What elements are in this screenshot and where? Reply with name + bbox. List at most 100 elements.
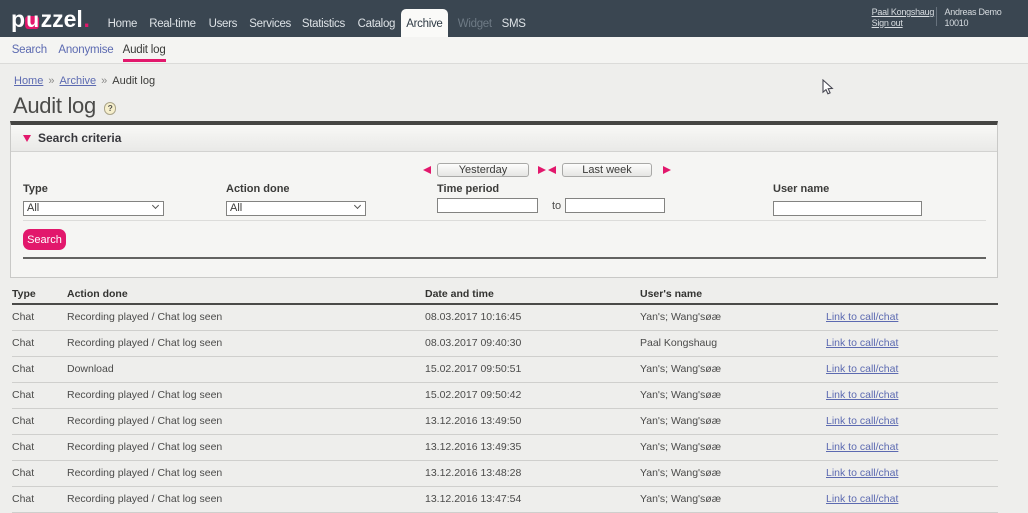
col-header-type: Type: [12, 284, 67, 304]
type-label: Type: [23, 183, 164, 195]
cell-users-name: Yan's; Wang'søæ: [640, 304, 826, 330]
action-done-label: Action done: [226, 183, 366, 195]
cell-link: Link to call/chat: [826, 304, 998, 330]
action-done-select[interactable]: All: [226, 201, 366, 216]
cell-action-done: Download: [67, 356, 425, 382]
cell-action-done: Recording played / Chat log seen: [67, 330, 425, 356]
breadcrumb-home-link[interactable]: Home: [14, 75, 43, 87]
time-period-from-input[interactable]: [437, 198, 538, 213]
sub-nav: Search Anonymise Audit log: [0, 37, 1028, 64]
customer-id: 10010: [945, 18, 1002, 29]
cell-action-done: Recording played / Chat log seen: [67, 486, 425, 512]
cell-date-and-time: 13.12.2016 13:48:28: [425, 460, 640, 486]
breadcrumb: Home»Archive»Audit log: [14, 75, 155, 87]
select-wrapper: All: [226, 198, 366, 216]
cell-type: Chat: [12, 356, 67, 382]
select-wrapper: All: [23, 198, 164, 216]
cell-users-name: Yan's; Wang'søæ: [640, 382, 826, 408]
table-row: Chat Recording played / Chat log seen 15…: [12, 382, 998, 408]
panel-light-divider: [23, 220, 986, 221]
cell-date-and-time: 15.02.2017 09:50:42: [425, 382, 640, 408]
cell-date-and-time: 15.02.2017 09:50:51: [425, 356, 640, 382]
time-period-inputs: to: [437, 198, 665, 213]
time-period-field-group: Time period to: [437, 183, 665, 213]
table-row: Chat Recording played / Chat log seen 13…: [12, 486, 998, 512]
action-done-field-group: Action done All: [226, 183, 366, 216]
link-to-call-chat[interactable]: Link to call/chat: [826, 415, 898, 427]
search-criteria-body: Yesterday Last week Type All Action done…: [11, 152, 997, 276]
account-area: Paal Kongshaug Sign out Andreas Demo 100…: [0, 0, 1028, 37]
last-week-next-arrow-icon[interactable]: [663, 166, 671, 174]
customer-name: Andreas Demo: [945, 7, 1002, 18]
link-to-call-chat[interactable]: Link to call/chat: [826, 467, 898, 479]
search-criteria-label: Search criteria: [38, 131, 121, 145]
link-to-call-chat[interactable]: Link to call/chat: [826, 311, 898, 323]
table-row: Chat Recording played / Chat log seen 13…: [12, 408, 998, 434]
search-criteria-header[interactable]: Search criteria: [11, 125, 997, 152]
cell-users-name: Yan's; Wang'søæ: [640, 408, 826, 434]
cell-users-name: Yan's; Wang'søæ: [640, 434, 826, 460]
time-period-to-input[interactable]: [565, 198, 665, 213]
breadcrumb-current: Audit log: [112, 75, 155, 87]
page-title: Audit log ?: [13, 95, 116, 117]
last-week-prev-arrow-icon[interactable]: [548, 166, 556, 174]
table-header-row: Type Action done Date and time User's na…: [12, 284, 998, 304]
time-period-to-label: to: [552, 200, 561, 212]
cell-action-done: Recording played / Chat log seen: [67, 304, 425, 330]
cell-date-and-time: 13.12.2016 13:49:50: [425, 408, 640, 434]
cell-type: Chat: [12, 408, 67, 434]
cell-action-done: Recording played / Chat log seen: [67, 408, 425, 434]
link-to-call-chat[interactable]: Link to call/chat: [826, 441, 898, 453]
type-select[interactable]: All: [23, 201, 164, 216]
table-row: Chat Recording played / Chat log seen 13…: [12, 434, 998, 460]
yesterday-prev-arrow-icon[interactable]: [423, 166, 431, 174]
table-row: Chat Recording played / Chat log seen 13…: [12, 460, 998, 486]
sign-out-link[interactable]: Sign out: [872, 18, 935, 29]
cell-action-done: Recording played / Chat log seen: [67, 460, 425, 486]
account-divider: [936, 7, 937, 26]
mouse-cursor-icon: [822, 79, 834, 96]
col-header-link: [826, 284, 998, 304]
search-button[interactable]: Search: [23, 229, 66, 250]
cell-link: Link to call/chat: [826, 382, 998, 408]
subnav-item-search[interactable]: Search: [12, 37, 47, 56]
top-bar: p u zzel . Home Real-time Users Services…: [0, 0, 1028, 37]
type-field-group: Type All: [23, 183, 164, 216]
time-period-label: Time period: [437, 183, 665, 195]
audit-log-table: Type Action done Date and time User's na…: [12, 284, 998, 513]
cell-users-name: Yan's; Wang'søæ: [640, 486, 826, 512]
cell-users-name: Paal Kongshaug: [640, 330, 826, 356]
last-week-button[interactable]: Last week: [562, 163, 652, 177]
user-name-input[interactable]: [773, 201, 922, 216]
link-to-call-chat[interactable]: Link to call/chat: [826, 389, 898, 401]
link-to-call-chat[interactable]: Link to call/chat: [826, 337, 898, 349]
cell-action-done: Recording played / Chat log seen: [67, 382, 425, 408]
quick-date-controls: Yesterday Last week: [423, 163, 671, 177]
user-profile-link[interactable]: Paal Kongshaug: [872, 7, 935, 18]
cell-date-and-time: 08.03.2017 10:16:45: [425, 304, 640, 330]
cell-date-and-time: 13.12.2016 13:49:35: [425, 434, 640, 460]
table-row: Chat Recording played / Chat log seen 08…: [12, 330, 998, 356]
help-icon[interactable]: ?: [104, 102, 117, 115]
link-to-call-chat[interactable]: Link to call/chat: [826, 363, 898, 375]
breadcrumb-archive-link[interactable]: Archive: [59, 75, 96, 87]
yesterday-button[interactable]: Yesterday: [437, 163, 529, 177]
cell-type: Chat: [12, 460, 67, 486]
breadcrumb-separator: »: [48, 75, 54, 87]
cell-users-name: Yan's; Wang'søæ: [640, 356, 826, 382]
cell-type: Chat: [12, 330, 67, 356]
yesterday-next-arrow-icon[interactable]: [538, 166, 546, 174]
subnav-item-audit-log[interactable]: Audit log: [123, 37, 166, 62]
search-criteria-panel: Search criteria Yesterday Last week Type…: [10, 121, 998, 278]
cell-link: Link to call/chat: [826, 486, 998, 512]
table-row: Chat Recording played / Chat log seen 08…: [12, 304, 998, 330]
cell-link: Link to call/chat: [826, 460, 998, 486]
subnav-item-anonymise[interactable]: Anonymise: [58, 37, 113, 56]
cell-type: Chat: [12, 486, 67, 512]
cell-link: Link to call/chat: [826, 356, 998, 382]
cell-type: Chat: [12, 434, 67, 460]
table-row: Chat Download 15.02.2017 09:50:51 Yan's;…: [12, 356, 998, 382]
user-name-field-group: User name: [773, 183, 922, 216]
cell-type: Chat: [12, 304, 67, 330]
link-to-call-chat[interactable]: Link to call/chat: [826, 493, 898, 505]
